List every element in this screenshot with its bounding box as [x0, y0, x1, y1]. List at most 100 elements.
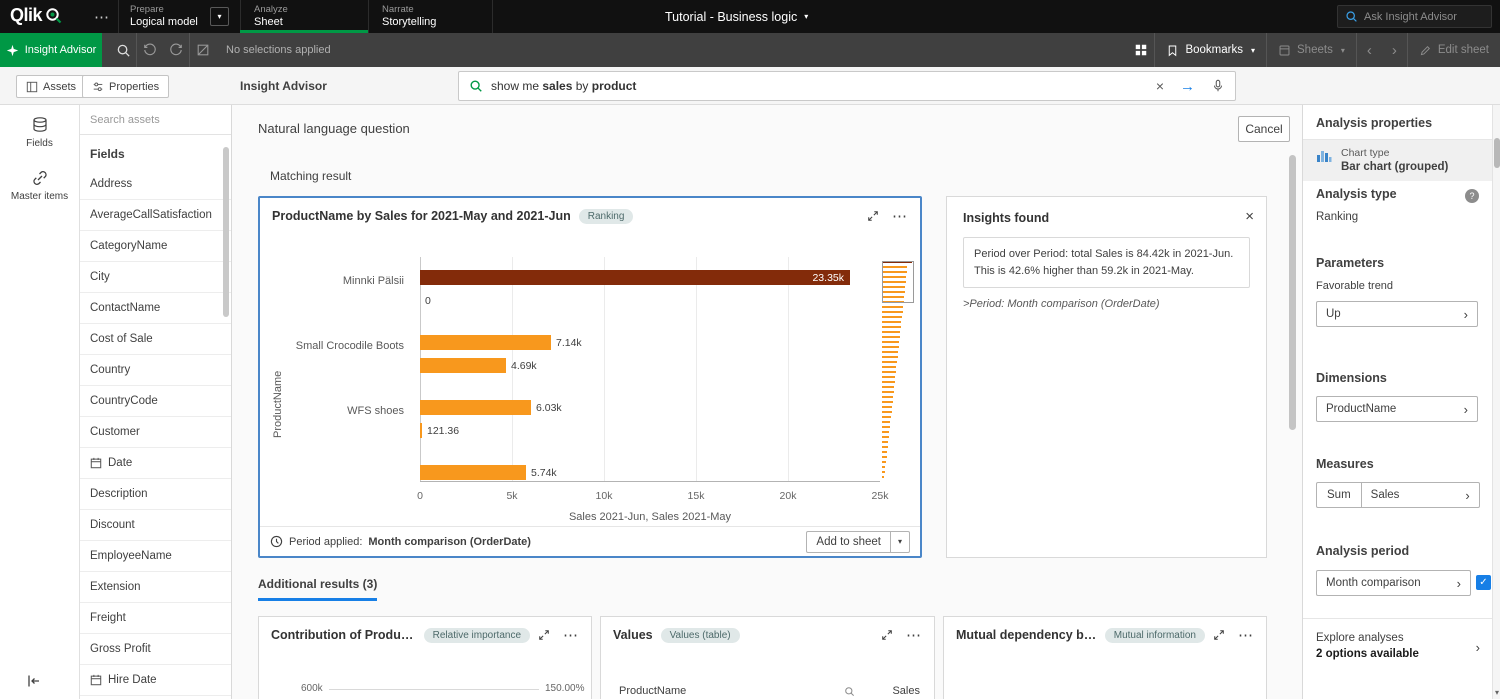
sidebar-item-fields[interactable]: Fields	[0, 105, 79, 158]
mini-navigator-viewport[interactable]	[882, 261, 914, 303]
properties-scrollbar[interactable]: ▾	[1492, 105, 1500, 699]
insights-found-card: Insights found × Period over Period: tot…	[946, 196, 1267, 558]
chevron-right-icon[interactable]: ›	[1382, 42, 1407, 59]
explore-analyses-link[interactable]: Explore analyses 2 options available ›	[1303, 618, 1492, 673]
insight-search-bar[interactable]: show me sales by product × →	[458, 71, 1236, 101]
expand-icon[interactable]	[538, 629, 550, 641]
edit-sheet-button[interactable]: Edit sheet	[1408, 33, 1500, 67]
table-column-productname[interactable]: ProductName	[619, 685, 855, 697]
mini-bar	[882, 456, 887, 458]
submit-arrow-icon[interactable]: →	[1180, 78, 1195, 95]
bar-sales-jun[interactable]	[420, 270, 850, 285]
nav-prepare[interactable]: Prepare Logical model	[130, 0, 198, 33]
insight-search-icon[interactable]	[110, 43, 136, 58]
assets-scrollbar[interactable]	[223, 147, 229, 317]
matching-result-chart-card[interactable]: ProductName by Sales for 2021-May and 20…	[258, 196, 922, 558]
expand-icon[interactable]	[881, 629, 893, 641]
add-to-sheet-button[interactable]: Add to sheet ▾	[806, 531, 910, 553]
favorable-trend-dropdown[interactable]: Up ›	[1316, 301, 1478, 327]
field-label: Description	[90, 488, 148, 500]
grid-view-icon[interactable]	[1128, 43, 1154, 57]
analysis-period-button[interactable]: Month comparison ›	[1316, 570, 1471, 596]
analysis-properties-panel: Analysis properties Chart type Bar chart…	[1302, 105, 1492, 699]
field-item[interactable]: Country	[80, 355, 231, 386]
scroll-down-arrow[interactable]: ▾	[1493, 688, 1500, 697]
chart-plot-area[interactable]: 23.35k07.14k4.69k6.03k121.365.74k	[420, 257, 880, 482]
field-item[interactable]: City	[80, 262, 231, 293]
bookmarks-button[interactable]: Bookmarks ▾	[1155, 33, 1266, 67]
chart-type-row[interactable]: Chart type Bar chart (grouped)	[1303, 140, 1492, 181]
chevron-left-icon[interactable]: ‹	[1357, 42, 1382, 59]
chart-mini-navigator[interactable]	[882, 261, 914, 479]
insight-advisor-button[interactable]: Insight Advisor	[0, 33, 102, 67]
mini-bar	[882, 386, 894, 388]
right-axis-label: 150.00%	[545, 683, 584, 694]
assets-button[interactable]: Assets	[16, 75, 86, 98]
field-item[interactable]: AverageCallSatisfaction	[80, 200, 231, 231]
topbar-search[interactable]: Ask Insight Advisor	[1337, 5, 1492, 28]
measure-aggregation-button[interactable]: Sum	[1316, 482, 1362, 508]
bar-sales-may[interactable]	[420, 423, 422, 438]
field-item[interactable]: Hire Date	[80, 665, 231, 696]
bar-sales-jun[interactable]	[420, 335, 551, 350]
step-forward-icon[interactable]	[163, 43, 189, 57]
field-item[interactable]: CountryCode	[80, 386, 231, 417]
nav-analyze[interactable]: Analyze Sheet	[254, 0, 288, 33]
field-item[interactable]: Extension	[80, 572, 231, 603]
kebab-menu-icon[interactable]: ⋯	[563, 626, 579, 644]
dimension-button[interactable]: ProductName ›	[1316, 396, 1478, 422]
table-column-sales[interactable]: Sales	[892, 685, 920, 697]
field-item[interactable]: Gross Profit	[80, 634, 231, 665]
bar-sales-jun[interactable]	[420, 465, 526, 480]
cancel-button[interactable]: Cancel	[1238, 116, 1290, 142]
bar-sales-jun[interactable]	[420, 400, 531, 415]
measure-button[interactable]: Sales ›	[1362, 482, 1480, 508]
app-title-selector[interactable]: Tutorial - Business logic ▾	[665, 0, 808, 33]
field-item[interactable]: CategoryName	[80, 231, 231, 262]
expand-icon[interactable]	[1213, 629, 1225, 641]
search-icon[interactable]	[844, 686, 855, 697]
result-card-contribution[interactable]: Contribution of Product… Relative import…	[258, 616, 592, 699]
clear-icon[interactable]: ×	[1156, 78, 1164, 94]
mini-bar	[882, 356, 898, 358]
clear-selections-icon[interactable]	[190, 43, 216, 57]
analysis-period-checkbox[interactable]: ✓	[1476, 575, 1491, 590]
result-card-values[interactable]: Values Values (table) ⋯ ProductName Sale…	[600, 616, 935, 699]
properties-button[interactable]: Properties	[82, 75, 169, 98]
close-icon[interactable]: ×	[1245, 208, 1254, 225]
field-label: City	[90, 271, 110, 283]
field-item[interactable]: Description	[80, 479, 231, 510]
query-part: show me	[491, 79, 542, 93]
collapse-panel-icon[interactable]	[26, 673, 42, 689]
nav-narrate[interactable]: Narrate Storytelling	[382, 0, 436, 33]
insight-text[interactable]: Period over Period: total Sales is 84.42…	[963, 237, 1250, 288]
kebab-menu-icon[interactable]: ⋯	[892, 207, 908, 225]
microphone-icon[interactable]	[1211, 79, 1225, 93]
field-item[interactable]: Freight	[80, 603, 231, 634]
field-item[interactable]: Customer	[80, 417, 231, 448]
main-scrollbar[interactable]	[1289, 155, 1296, 430]
field-item[interactable]: Discount	[80, 510, 231, 541]
sidebar-item-master-items[interactable]: Master items	[0, 158, 79, 211]
field-item[interactable]: Cost of Sale	[80, 324, 231, 355]
result-card-header: Contribution of Product… Relative import…	[259, 617, 591, 644]
field-item[interactable]: ContactName	[80, 293, 231, 324]
kebab-menu-icon[interactable]: ⋯	[906, 626, 922, 644]
insight-search-query[interactable]: show me sales by product	[491, 79, 636, 93]
expand-icon[interactable]	[867, 210, 879, 222]
field-item[interactable]: Date	[80, 448, 231, 479]
scrollbar-thumb[interactable]	[1494, 138, 1500, 168]
field-item[interactable]: Address	[80, 169, 231, 200]
step-back-icon[interactable]	[137, 43, 163, 57]
result-card-mutual-dependency[interactable]: Mutual dependency bet… Mutual informatio…	[943, 616, 1267, 699]
more-menu-icon[interactable]: ⋯	[94, 0, 110, 33]
field-item[interactable]: EmployeeName	[80, 541, 231, 572]
help-icon[interactable]: ?	[1465, 189, 1479, 203]
sheets-button[interactable]: Sheets ▾	[1267, 33, 1356, 67]
kebab-menu-icon[interactable]: ⋯	[1238, 626, 1254, 644]
prepare-dropdown-button[interactable]: ▾	[210, 7, 229, 26]
mini-bar	[882, 441, 888, 443]
search-assets-input[interactable]: Search assets	[80, 105, 231, 135]
tab-additional-results[interactable]: Additional results (3)	[258, 577, 377, 601]
bar-sales-may[interactable]	[420, 358, 506, 373]
